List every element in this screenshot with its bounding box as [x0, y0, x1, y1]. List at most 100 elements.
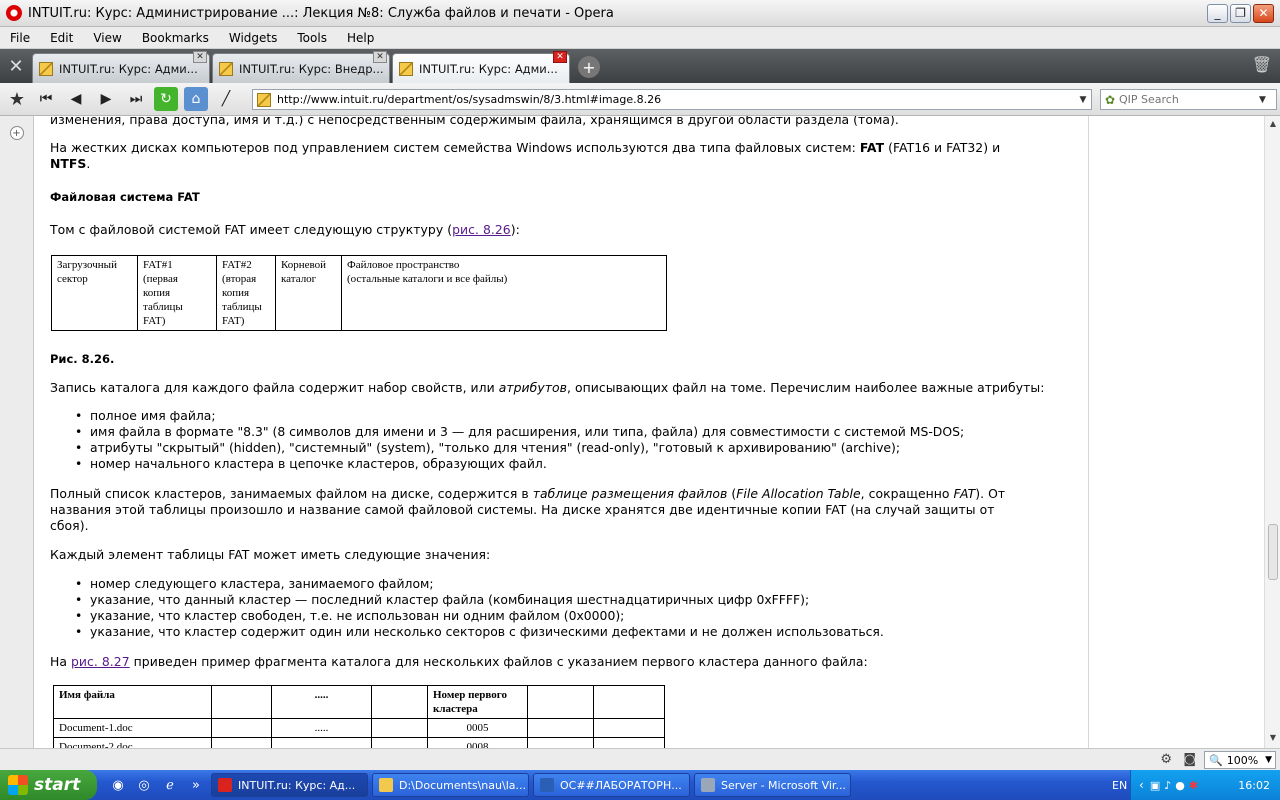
start-button[interactable]: start — [0, 770, 97, 800]
search-field[interactable]: ✿ ▼ — [1100, 89, 1277, 110]
menu-bar: File Edit View Bookmarks Widgets Tools H… — [0, 27, 1280, 49]
figure-directory-fragment: Имя файла ..... Номер первого кластера D… — [53, 685, 665, 748]
table-cell — [371, 718, 428, 738]
tab-3-close-icon[interactable]: ✕ — [553, 51, 567, 63]
fig2-header-cell: Имя файла — [53, 685, 212, 719]
close-window-button[interactable]: ✕ — [1253, 3, 1274, 23]
qip-search-icon: ✿ — [1104, 92, 1116, 107]
tab-1[interactable]: INTUIT.ru: Курс: Адми... ✕ — [32, 51, 210, 83]
table-cell: ..... — [271, 737, 372, 748]
task-explorer[interactable]: D:\Documents\nau\la... — [372, 773, 529, 797]
fast-forward-icon[interactable]: ⏭ — [124, 87, 148, 111]
panel-toggle-icon[interactable]: ⚙ — [1160, 752, 1172, 767]
add-panel-icon[interactable]: + — [9, 126, 24, 140]
tray-volume-icon[interactable]: ♪ — [1164, 779, 1171, 792]
folder-icon — [379, 778, 393, 792]
tray-antivirus-icon[interactable]: ✱ — [1189, 779, 1198, 792]
side-panel: + — [0, 116, 34, 748]
system-tray: ‹ ▣ ♪ ● ✱ 16:02 — [1130, 770, 1280, 800]
intuit-favicon-icon — [219, 61, 233, 76]
quicklaunch-opera-icon[interactable]: ◎ — [133, 774, 155, 796]
new-tab-icon[interactable]: + — [578, 56, 600, 78]
zoom-control[interactable]: 🔍 100% ▼ — [1204, 751, 1276, 769]
url-input[interactable] — [277, 93, 1075, 106]
scroll-down-icon[interactable]: ▼ — [1267, 733, 1279, 745]
list-item: указание, что кластер содержит один или … — [75, 624, 884, 640]
fat-values-list: номер следующего кластера, занимаемого ф… — [75, 576, 884, 640]
list-item: указание, что кластер свободен, т.е. не … — [75, 608, 884, 624]
table-row: Document-2.doc ..... 0008 — [53, 737, 665, 748]
zoom-icon: 🔍 — [1209, 753, 1223, 767]
fig-cell-boot-sector: Загрузочный сектор — [51, 255, 138, 331]
paragraph-2: Том с файловой системой FAT имеет следую… — [50, 222, 520, 237]
link-fig-8-26[interactable]: рис. 8.26 — [452, 222, 511, 237]
forward-icon[interactable]: ▶ — [94, 87, 118, 111]
menu-file[interactable]: File — [0, 31, 40, 45]
address-dropdown-icon[interactable]: ▼ — [1075, 95, 1091, 105]
minimize-button[interactable]: _ — [1207, 3, 1228, 23]
rewind-icon[interactable]: ⏮ — [34, 87, 58, 111]
fig2-header-cell: Номер первого кластера — [427, 685, 528, 719]
table-cell — [527, 718, 594, 738]
menu-tools[interactable]: Tools — [287, 31, 337, 45]
link-fig-8-27[interactable]: рис. 8.27 — [71, 654, 130, 669]
table-cell: 0008 — [427, 737, 528, 748]
vertical-scrollbar[interactable]: ▲ ▼ — [1264, 116, 1280, 748]
tray-safety-icon[interactable]: ● — [1175, 779, 1185, 792]
tab-3-active[interactable]: INTUIT.ru: Курс: Адми... ✕ — [392, 51, 570, 83]
tab-2-close-icon[interactable]: ✕ — [373, 51, 387, 63]
wand-icon[interactable]: ╱ — [214, 87, 238, 111]
task-virtual-server[interactable]: Server - Microsoft Vir... — [694, 773, 851, 797]
zoom-dropdown-icon[interactable]: ▼ — [1265, 755, 1272, 765]
maximize-button[interactable]: ❐ — [1230, 3, 1251, 23]
bookmark-star-icon[interactable]: ★ — [0, 89, 34, 110]
tab-bar: ✕ INTUIT.ru: Курс: Адми... ✕ INTUIT.ru: … — [0, 49, 1280, 83]
task-word[interactable]: ОС##ЛАБОРАТОРН... — [533, 773, 690, 797]
reload-icon[interactable]: ↻ — [154, 87, 178, 111]
table-cell: Document-1.doc — [53, 718, 212, 738]
address-toolbar: ★ ⏮ ◀ ▶ ⏭ ↻ ⌂ ╱ ▼ ✿ ▼ — [0, 83, 1280, 116]
paragraph-1-cont: NTFS. — [50, 156, 91, 171]
paragraph-4-line-3: сбоя). — [50, 518, 89, 533]
status-bar: ⚙ ◙ 🔍 100% ▼ — [0, 748, 1280, 770]
task-opera[interactable]: INTUIT.ru: Курс: Ад... — [211, 773, 368, 797]
scroll-up-icon[interactable]: ▲ — [1267, 119, 1279, 131]
menu-help[interactable]: Help — [337, 31, 384, 45]
task-label: INTUIT.ru: Курс: Ад... — [238, 778, 356, 792]
quicklaunch-more-icon[interactable]: » — [185, 774, 207, 796]
search-dropdown-icon[interactable]: ▼ — [1259, 95, 1266, 105]
zoom-level: 100% — [1226, 753, 1259, 767]
menu-widgets[interactable]: Widgets — [219, 31, 288, 45]
windows-flag-icon — [8, 775, 28, 795]
intuit-favicon-icon — [39, 61, 53, 76]
address-field[interactable]: ▼ — [252, 89, 1092, 110]
customize-tools-icon[interactable]: ✕ — [0, 49, 32, 83]
figure-caption: Рис. 8.26. — [50, 352, 115, 366]
tray-network-icon[interactable]: ▣ — [1150, 779, 1160, 792]
paragraph-3: Запись каталога для каждого файла содерж… — [50, 380, 1045, 395]
fig-cell-fat2: FAT#2 (вторая копия таблицы FAT) — [216, 255, 276, 331]
task-label: ОС##ЛАБОРАТОРН... — [560, 778, 682, 792]
table-cell: 0005 — [427, 718, 528, 738]
task-label: Server - Microsoft Vir... — [721, 778, 846, 792]
tab-2[interactable]: INTUIT.ru: Курс: Внедр... ✕ — [212, 51, 390, 83]
tab-1-close-icon[interactable]: ✕ — [193, 51, 207, 63]
list-item: указание, что данный кластер — последний… — [75, 592, 884, 608]
language-indicator[interactable]: EN — [1112, 779, 1127, 792]
table-cell — [211, 737, 272, 748]
heading-fat: Файловая система FAT — [50, 190, 200, 204]
trash-icon[interactable]: 🗑 — [1252, 55, 1272, 74]
tray-expand-icon[interactable]: ‹ — [1139, 778, 1144, 792]
quicklaunch-browser-icon[interactable]: ◉ — [107, 774, 129, 796]
search-input[interactable] — [1119, 93, 1259, 106]
camera-icon[interactable]: ◙ — [1183, 752, 1196, 767]
scroll-thumb[interactable] — [1268, 524, 1278, 580]
back-icon[interactable]: ◀ — [64, 87, 88, 111]
paragraph-5: Каждый элемент таблицы FAT может иметь с… — [50, 547, 491, 562]
menu-view[interactable]: View — [83, 31, 131, 45]
menu-bookmarks[interactable]: Bookmarks — [132, 31, 219, 45]
clock: 16:02 — [1238, 778, 1270, 792]
quicklaunch-ie-icon[interactable]: ℯ — [159, 774, 181, 796]
home-icon[interactable]: ⌂ — [184, 87, 208, 111]
menu-edit[interactable]: Edit — [40, 31, 83, 45]
